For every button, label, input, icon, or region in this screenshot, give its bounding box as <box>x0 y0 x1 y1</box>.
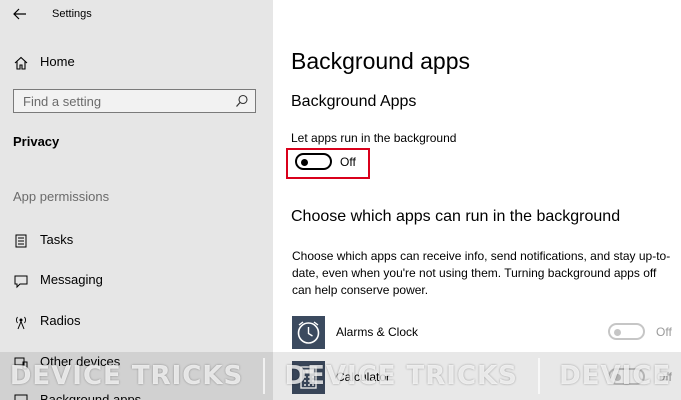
app-toggle-calculator[interactable] <box>608 368 645 385</box>
app-name: Alarms & Clock <box>336 325 419 339</box>
sidebar-item-label: Messaging <box>40 272 103 287</box>
apps-heading: Choose which apps can run in the backgro… <box>291 208 621 225</box>
sidebar-item-label: Home <box>40 54 75 69</box>
main-content: Background apps Background Apps Let apps… <box>273 0 681 400</box>
home-icon <box>13 55 29 71</box>
background-apps-toggle[interactable] <box>295 153 332 170</box>
toggle-state-label: Off <box>340 155 356 169</box>
app-name: Calculator <box>336 370 391 384</box>
sidebar-item-label: Background apps <box>40 392 142 400</box>
sidebar-item-radios[interactable]: Radios <box>0 309 273 335</box>
title-bar: Settings <box>0 0 273 30</box>
sidebar-item-background-apps[interactable]: Background apps <box>0 388 273 400</box>
app-toggle-alarms-clock[interactable] <box>608 323 645 340</box>
sidebar-item-label: Other devices <box>40 354 121 369</box>
calculator-icon <box>292 361 325 394</box>
apps-description: Choose which apps can receive info, send… <box>292 249 671 297</box>
section-subtitle: Background Apps <box>291 93 417 110</box>
category-heading: Privacy <box>13 134 60 149</box>
app-toggle-state: Off <box>656 325 672 339</box>
section-heading: App permissions <box>13 189 110 204</box>
window-title: Settings <box>52 8 92 20</box>
sidebar: Settings Home Privacy App permissions Ta… <box>0 0 273 400</box>
background-apps-icon <box>13 393 29 400</box>
page-title: Background apps <box>291 48 471 74</box>
sidebar-item-messaging[interactable]: Messaging <box>0 268 273 294</box>
search-icon[interactable] <box>235 94 249 108</box>
app-toggle-state: Off <box>656 370 672 384</box>
sidebar-item-label: Radios <box>40 313 81 328</box>
toggle-knob <box>614 373 621 381</box>
other-devices-icon <box>13 355 29 371</box>
back-arrow-icon[interactable] <box>12 6 28 22</box>
sidebar-item-home[interactable]: Home <box>0 50 273 76</box>
app-row-calculator: Calculator Off <box>273 361 681 395</box>
toggle-knob <box>614 328 621 336</box>
messaging-icon <box>13 273 29 289</box>
tasks-icon <box>13 233 29 249</box>
sidebar-item-tasks[interactable]: Tasks <box>0 228 273 254</box>
sidebar-item-other-devices[interactable]: Other devices <box>0 350 273 376</box>
app-row-alarms-clock: Alarms & Clock Off <box>273 316 681 350</box>
toggle-knob <box>301 158 308 166</box>
search-box[interactable] <box>13 89 256 113</box>
radios-icon <box>13 314 29 330</box>
alarm-clock-icon <box>292 316 325 349</box>
toggle-caption: Let apps run in the background <box>291 131 457 145</box>
search-input[interactable] <box>14 90 226 112</box>
sidebar-item-label: Tasks <box>40 232 74 247</box>
